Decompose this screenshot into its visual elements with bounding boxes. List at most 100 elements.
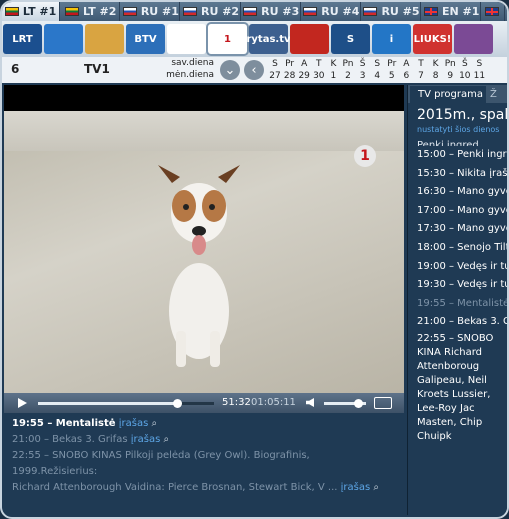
country-tab[interactable]: RU #2 (182, 2, 241, 21)
schedule-item[interactable]: 19:30 – Vedęs ir turi (417, 276, 507, 295)
seek-bar[interactable] (38, 399, 214, 408)
day-column[interactable]: K8 (429, 58, 443, 82)
country-tab[interactable]: RU #1 (122, 2, 181, 21)
play-icon[interactable] (18, 398, 27, 408)
program-row: 19:55 – Mentalistė įrašas ⌕ (12, 416, 396, 432)
current-program-list: 19:55 – Mentalistė įrašas ⌕ 21:00 – Bekas… (4, 413, 404, 509)
search-icon[interactable]: ⌕ (148, 418, 157, 429)
volume-slider[interactable] (324, 399, 366, 408)
lnk-logo-icon[interactable] (44, 24, 83, 54)
volume-handle[interactable] (354, 399, 364, 408)
recording-link[interactable]: įrašas (341, 482, 371, 493)
day-number: 8 (432, 71, 439, 81)
s-logo-icon[interactable]: S (331, 24, 370, 54)
fullscreen-icon[interactable] (374, 397, 392, 409)
video-wall (4, 111, 404, 151)
search-icon[interactable]: ⌕ (370, 482, 379, 493)
weekday: S (476, 59, 483, 69)
day-number: 6 (403, 71, 410, 81)
country-tab-label: RU #3 (261, 5, 300, 18)
video-player[interactable]: 1 (4, 85, 404, 393)
weekday: K (432, 59, 439, 69)
seek-handle[interactable] (173, 399, 183, 408)
recording-link[interactable]: įrašas (119, 418, 149, 429)
info-logo-icon[interactable]: i (372, 24, 411, 54)
day-column[interactable]: Š 10 (458, 58, 472, 82)
country-tab-label: RU #1 (140, 5, 179, 18)
program-pane: TV programa Ž 2015m., spalio nustatyti š… (407, 85, 507, 515)
btv-logo-icon[interactable]: BTV (126, 24, 165, 54)
country-tab[interactable]: RU #4 (303, 2, 361, 21)
sport1-logo-icon[interactable] (290, 24, 329, 54)
weekday: T (418, 59, 424, 69)
country-tab[interactable]: EN #1 (423, 2, 482, 21)
weekday: Pr (285, 59, 295, 69)
tv1-logo-icon[interactable]: 1 (208, 24, 247, 54)
country-tab-label: LT #2 (83, 5, 117, 18)
day-column[interactable]: S 27 (268, 58, 282, 82)
day-column[interactable]: A6 (399, 58, 413, 82)
day-number: 27 (269, 71, 281, 81)
schedule-item[interactable]: 17:30 – Mano gyven (417, 220, 507, 239)
day-column[interactable]: Pn 2 (341, 58, 355, 82)
extra-logo-icon[interactable] (454, 24, 493, 54)
country-tab[interactable]: RU #3 (243, 2, 301, 21)
search-icon[interactable]: ⌕ (160, 434, 169, 445)
weekday: S (272, 59, 278, 69)
day-column[interactable]: Pr 28 (283, 58, 297, 82)
gold-circle-logo-icon[interactable] (85, 24, 124, 54)
country-tab-label: RU #5 (381, 5, 420, 18)
tab-tv-programa[interactable]: TV programa (410, 86, 486, 103)
day-column[interactable]: Pr 5 (385, 58, 399, 82)
schedule-item[interactable]: 19:00 – Vedęs ir turi (417, 258, 507, 277)
day-number: 28 (283, 71, 296, 81)
day-column[interactable]: A 29 (297, 58, 311, 82)
day-column[interactable]: Š3 (356, 58, 370, 82)
country-tab[interactable]: LT #2 (62, 2, 121, 21)
set-day-link[interactable]: nustatyti šios dienos (417, 125, 499, 134)
program-title: 22:55 – SNOBO KINAS Pilkoji pelėda (Grey… (12, 450, 310, 477)
rytas-logo-icon[interactable]: rytas.tv (246, 24, 291, 54)
day-column[interactable]: T7 (414, 58, 428, 82)
day-column[interactable]: S4 (370, 58, 384, 82)
day-column[interactable]: T 30 (312, 58, 326, 82)
schedule-item[interactable]: 17:00 – Mano gyven (417, 202, 507, 221)
schedule-item[interactable]: 21:00 – Bekas 3. Gri (417, 313, 507, 332)
volume-icon[interactable] (306, 398, 314, 407)
six-logo-icon[interactable] (167, 24, 206, 54)
day-column[interactable]: Pn 9 (443, 58, 457, 82)
schedule-item[interactable]: 15:00 – Penki ingred (417, 146, 507, 165)
recording-link[interactable]: įrašas (131, 434, 161, 445)
program-row: Richard Attenborough Vaidina: Pierce Bro… (12, 480, 396, 496)
schedule-item[interactable]: 22:55 – SNOBO KINA Richard Attenboroug G… (417, 332, 507, 444)
weekday: Pn (444, 59, 456, 69)
day-column[interactable]: K1 (326, 58, 340, 82)
schedule-item[interactable]: 16:30 – Mano gyven (417, 183, 507, 202)
liuks-logo-icon[interactable]: LIUKS! (413, 24, 452, 54)
lrt-logo-icon[interactable]: LRT (3, 24, 42, 54)
schedule-item[interactable]: 15:30 – Nikita įrašas (417, 165, 507, 184)
schedule-item[interactable]: 19:55 – Mentalistė (417, 295, 507, 314)
day-bar: 6 TV1 sav.diena mėn.diena ⌄ ‹ S 27 Pr 28 A 29… (2, 57, 507, 83)
tab-other[interactable]: Ž (490, 86, 507, 103)
schedule-item[interactable]: 18:00 – Senojo Tilto (417, 239, 507, 258)
chevron-down-icon[interactable]: ⌄ (220, 60, 240, 80)
weekday: Š (461, 59, 468, 69)
country-tab[interactable] (483, 2, 505, 21)
day-number: 2 (345, 71, 351, 81)
dog-image (158, 165, 240, 367)
channel-name: TV1 (84, 62, 110, 76)
schedule-list: Penki ingred 15:00 – Penki ingred 15:30 –… (417, 140, 507, 444)
country-tab[interactable]: RU #5 (363, 2, 422, 21)
total-time: 01:05:11 (251, 397, 296, 408)
flag-ru-icon (243, 7, 258, 16)
player-controls: 51:32 01:05:11 (4, 393, 404, 413)
day-column[interactable]: S 11 (472, 58, 486, 82)
day-number: 29 (298, 71, 310, 81)
chevron-left-icon[interactable]: ‹ (244, 60, 264, 80)
weekday: Pr (387, 59, 397, 69)
country-tab[interactable]: LT #1 (2, 2, 61, 21)
day-number: 7 (418, 71, 424, 81)
video-frame: 1 (4, 111, 404, 393)
program-title: Richard Attenborough Vaidina: Pierce Bro… (12, 482, 338, 493)
